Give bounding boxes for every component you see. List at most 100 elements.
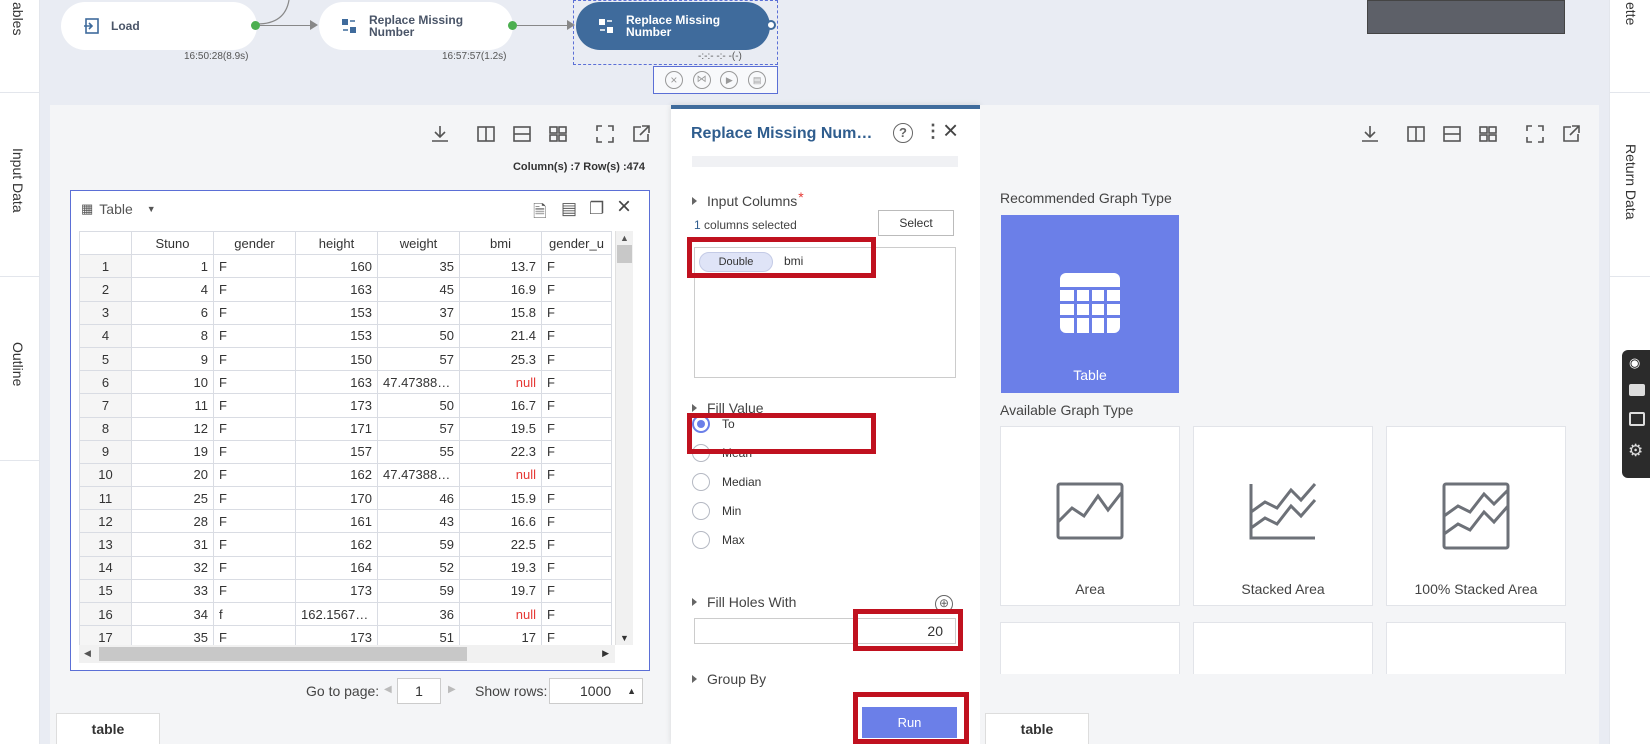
table-cell[interactable]: F [213,254,296,279]
popout-icon[interactable] [631,124,651,144]
row-number[interactable]: 8 [79,416,132,441]
row-number-header[interactable] [79,230,132,256]
table-cell[interactable]: 19.7 [459,578,542,604]
row-number[interactable]: 2 [79,277,132,302]
radio-button[interactable] [692,473,710,491]
close-icon[interactable]: × [617,193,631,221]
popout-icon[interactable] [1561,124,1581,144]
graph-type-100-stacked-area[interactable]: 100% Stacked Area [1386,426,1566,606]
fullscreen-icon[interactable] [1525,124,1545,144]
table-cell[interactable]: 47.47388… [377,370,460,395]
table-cell[interactable]: F [213,439,296,464]
fill-option-to[interactable]: To [692,415,735,433]
table-cell[interactable]: null [459,462,542,488]
fill-holes-input[interactable]: 20 [694,618,956,644]
table-cell[interactable]: 15.9 [459,486,542,511]
table-cell[interactable]: 55 [377,439,460,464]
table-cell[interactable]: F [541,323,612,348]
table-row[interactable]: 2 4 F 163 45 16.9 F [79,277,612,302]
table-cell[interactable]: 163 [295,370,378,395]
table-cell[interactable]: 162 [295,532,378,557]
table-cell[interactable]: F [541,393,612,418]
row-number[interactable]: 16 [79,601,132,627]
table-cell[interactable]: 20 [131,462,214,488]
column-header[interactable]: bmi [459,230,542,256]
video-icon[interactable] [1629,384,1645,396]
table-row[interactable]: 9 19 F 157 55 22.3 F [79,439,612,464]
table-cell[interactable]: F [213,393,296,418]
graph-type-card[interactable] [1386,622,1566,674]
selected-columns-list[interactable]: Double bmi [694,247,956,378]
column-header[interactable]: gender [213,230,296,256]
tab-table-right[interactable]: table [985,713,1089,744]
table-row[interactable]: 6 10 F 163 47.47388… null F [79,370,612,395]
play-icon[interactable]: ▶ [720,71,739,89]
table-row[interactable]: 3 6 F 153 37 15.8 F [79,300,612,325]
more-options-icon[interactable]: ⋮ [924,121,942,142]
globe-icon[interactable]: ⊕ [935,595,953,613]
return-data-tab[interactable]: Return Data [1623,144,1639,219]
table-cell[interactable]: F [213,578,296,604]
table-cell[interactable]: F [213,277,296,302]
table-cell[interactable]: F [541,370,612,395]
table-cell[interactable]: f [213,601,296,627]
table-cell[interactable]: F [541,532,612,557]
workflow-node-replace-missing-2[interactable]: Replace Missing Number [576,2,770,50]
row-number[interactable]: 7 [79,393,132,418]
table-cell[interactable]: F [213,346,296,372]
table-cell[interactable]: 13.7 [459,254,542,279]
cancel-icon[interactable]: × [664,71,683,89]
input-data-tab[interactable]: Input Data [10,148,26,213]
table-cell[interactable]: 59 [377,578,460,604]
row-number[interactable]: 4 [79,323,132,348]
table-cell[interactable]: F [213,486,296,511]
table-cell[interactable]: F [541,277,612,302]
graph-type-stacked-area[interactable]: Stacked Area [1193,426,1373,606]
row-number[interactable]: 12 [79,509,132,534]
table-cell[interactable]: F [541,346,612,372]
fill-holes-section[interactable]: Fill Holes With [692,594,796,610]
horizontal-scrollbar[interactable]: ◀ ▶ [79,645,615,663]
row-number[interactable]: 3 [79,300,132,325]
table-row[interactable]: 8 12 F 171 57 19.5 F [79,416,612,441]
table-cell[interactable]: 173 [295,578,378,604]
table-row[interactable]: 12 28 F 161 43 16.6 F [79,509,612,534]
fullscreen-icon[interactable] [595,124,615,144]
table-row[interactable]: 11 25 F 170 46 15.9 F [79,486,612,511]
run-button[interactable]: Run [862,707,957,738]
table-row[interactable]: 4 8 F 153 50 21.4 F [79,323,612,348]
table-cell[interactable]: null [459,370,542,395]
column-header[interactable]: gender_u [541,230,612,256]
copy-icon[interactable]: ❐ [589,199,604,219]
table-cell[interactable]: 1 [131,254,214,279]
table-cell[interactable]: null [459,601,542,627]
table-cell[interactable]: 43 [377,509,460,534]
table-cell[interactable]: F [541,509,612,534]
row-number[interactable]: 15 [79,578,132,604]
palette-tab[interactable]: ette [1623,2,1639,25]
radio-button[interactable] [692,444,710,462]
group-by-section[interactable]: Group By [692,671,766,687]
column-settings-icon[interactable]: ▤ [561,199,577,219]
graph-type-area[interactable]: Area [1000,426,1180,606]
table-cell[interactable]: 25 [131,486,214,511]
table-cell[interactable]: 10 [131,370,214,395]
table-cell[interactable]: 15.8 [459,300,542,325]
table-cell[interactable]: F [213,462,296,488]
graph-type-card[interactable] [1000,622,1180,674]
table-cell[interactable]: 153 [295,300,378,325]
table-cell[interactable]: 57 [377,416,460,441]
export-file-icon[interactable]: 🗎 [533,199,547,228]
table-cell[interactable]: F [213,323,296,348]
image-icon[interactable] [1629,412,1645,426]
table-cell[interactable]: 160 [295,254,378,279]
show-rows-select[interactable]: 1000 ▲ [549,678,643,704]
workflow-node-load[interactable]: Load [61,2,257,50]
grid-layout-icon[interactable] [548,124,568,144]
output-port[interactable] [508,21,517,30]
table-cell[interactable]: 46 [377,486,460,511]
table-cell[interactable]: 47.47388… [377,462,460,488]
table-cell[interactable]: 59 [377,532,460,557]
row-number[interactable]: 11 [79,486,132,511]
row-number[interactable]: 1 [79,254,132,279]
